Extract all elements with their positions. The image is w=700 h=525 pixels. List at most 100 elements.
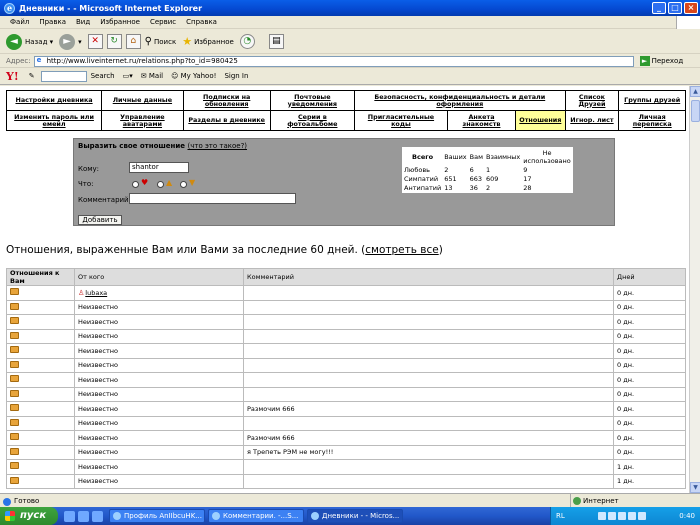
forward-button[interactable]: ► ▾	[59, 33, 82, 50]
nav-invite-codes[interactable]: Пригласительные коды	[354, 110, 448, 131]
heading-close: )	[438, 244, 443, 256]
nav-photo-series[interactable]: Серии в фотоальбоме	[269, 110, 356, 131]
user-icon[interactable]: ♙	[78, 289, 84, 297]
tray-icon[interactable]	[628, 512, 637, 520]
stats-cell: 36	[467, 183, 486, 193]
quick-launch-icon[interactable]	[64, 510, 75, 522]
search-button[interactable]: ⚲ Поиск	[145, 36, 177, 47]
ie-icon: e	[4, 2, 15, 14]
scroll-thumb[interactable]	[691, 100, 700, 122]
relation-cell	[6, 314, 75, 330]
what-is-this-link[interactable]: (что это такое?)	[188, 142, 248, 150]
sympathy-radio[interactable]	[157, 181, 164, 188]
nav-dating-profile[interactable]: Анкета знакомств	[446, 110, 517, 131]
tray-icon[interactable]	[618, 512, 627, 520]
nav-private-messages[interactable]: Личная переписка	[618, 110, 686, 131]
nav-ignore-list[interactable]: Игнор. лист	[564, 110, 620, 131]
days-cell: 0 дн.	[613, 415, 686, 431]
minimize-button[interactable]: _	[652, 2, 666, 14]
yahoo-logo[interactable]: Y!	[6, 70, 19, 83]
see-all-link[interactable]: смотреть все	[365, 244, 438, 256]
nav-avatars[interactable]: Управление аватарами	[101, 110, 184, 131]
tray-icon[interactable]	[598, 512, 607, 520]
column-header: От кого	[74, 268, 244, 286]
from-cell: Неизвестно	[74, 401, 244, 417]
back-button[interactable]: ◄ Назад ▾	[6, 33, 54, 50]
days-cell: 0 дн.	[613, 299, 686, 315]
menu-view[interactable]: Вид	[76, 18, 90, 26]
go-button[interactable]: ► Переход	[639, 56, 683, 66]
yahoo-search-button[interactable]: Search	[91, 72, 115, 80]
comment-input[interactable]	[129, 193, 296, 204]
from-cell: Неизвестно	[74, 386, 244, 402]
to-input[interactable]: shantor	[129, 162, 189, 173]
days-cell: 0 дн.	[613, 314, 686, 330]
menu-edit[interactable]: Правка	[39, 18, 66, 26]
scroll-up-icon[interactable]: ▲	[690, 86, 700, 97]
search-icon: ⚲	[144, 36, 152, 47]
dropdown-icon[interactable]: ▾	[47, 38, 54, 46]
menu-file[interactable]: Файл	[10, 18, 29, 26]
nav-relations[interactable]: Отношения	[515, 110, 566, 131]
home-icon[interactable]: ⌂	[125, 34, 141, 49]
table-row: Неизвестно 0 дн.	[6, 386, 686, 402]
user-link[interactable]: lubaxa	[85, 289, 107, 297]
stats-cell: Любовь	[401, 165, 444, 175]
antipathy-radio[interactable]	[180, 181, 187, 188]
forward-arrow-icon: ►	[59, 33, 76, 50]
address-input[interactable]: http://www.liveinternet.ru/relations.php…	[33, 55, 634, 67]
nav-subscriptions[interactable]: Подписки на обновления	[182, 90, 271, 111]
yahoo-search-input[interactable]	[40, 70, 87, 82]
stop-icon[interactable]: ✕	[87, 34, 103, 49]
stats-header: Взаимных	[484, 147, 523, 166]
quick-launch-icon[interactable]	[92, 510, 103, 522]
taskbar-item-active[interactable]: Дневники - - Micros...	[307, 509, 403, 523]
add-button[interactable]: Добавить	[78, 215, 122, 225]
system-tray: RL 0:40	[550, 507, 700, 525]
nav-diary-sections[interactable]: Разделы в дневнике	[182, 110, 271, 131]
menu-help[interactable]: Справка	[186, 18, 217, 26]
yahoo-signin-link[interactable]: Sign In	[224, 72, 248, 80]
tray-icon[interactable]	[608, 512, 617, 520]
relation-cell	[6, 386, 75, 402]
menu-bar: Файл Правка Вид Избранное Сервис Справка	[0, 16, 700, 29]
from-cell: Неизвестно	[74, 430, 244, 446]
nav-mail-notifications[interactable]: Почтовые уведомления	[269, 90, 356, 111]
quick-launch	[64, 510, 103, 522]
tray-icons	[598, 512, 647, 520]
language-indicator[interactable]: RL	[556, 512, 565, 520]
print-icon[interactable]: ▤	[268, 34, 284, 49]
menu-tools[interactable]: Сервис	[150, 18, 176, 26]
dropdown-icon[interactable]: ▾	[78, 38, 82, 46]
menu-favorites[interactable]: Избранное	[100, 18, 140, 26]
favorites-button[interactable]: ★ Избранное	[182, 35, 234, 48]
nav-personal-data[interactable]: Личные данные	[101, 90, 184, 111]
nav-change-password[interactable]: Изменить пароль или емейл	[5, 110, 103, 131]
maximize-button[interactable]: □	[668, 2, 682, 14]
pencil-icon[interactable]: ✎	[29, 72, 35, 80]
tray-icon[interactable]	[638, 512, 647, 520]
taskbar: пуск Профиль AnIIbcuHK... Комментарии. -…	[0, 507, 700, 525]
days-cell: 0 дн.	[613, 343, 686, 359]
taskbar-item[interactable]: Профиль AnIIbcuHK...	[109, 509, 205, 523]
refresh-icon[interactable]: ↻	[106, 34, 122, 49]
nav-diary-settings[interactable]: Настройки дневника	[5, 90, 103, 111]
yahoo-options-icon[interactable]: ▭▾	[123, 72, 133, 80]
start-button[interactable]: пуск	[0, 507, 58, 525]
nav-friend-groups[interactable]: Группы друзей	[618, 90, 686, 111]
love-radio[interactable]	[132, 181, 139, 188]
relation-cell	[6, 372, 75, 388]
vertical-scrollbar[interactable]: ▲ ▼	[689, 86, 700, 493]
nav-security[interactable]: Безопасность, конфиденциальность и детал…	[354, 90, 566, 111]
table-row: Неизвестно 0 дн.	[6, 343, 686, 359]
quick-launch-icon[interactable]	[78, 510, 89, 522]
history-icon[interactable]: ◔	[239, 34, 255, 49]
thumb-icon	[10, 433, 19, 441]
yahoo-mail-link[interactable]: ✉ Mail	[141, 72, 163, 80]
my-yahoo-link[interactable]: ☺ My Yahoo!	[171, 72, 216, 80]
nav-friends-list[interactable]: Список Друзей	[564, 90, 620, 111]
scroll-down-icon[interactable]: ▼	[690, 482, 700, 493]
taskbar-item[interactable]: Комментарии. -...S...	[208, 509, 304, 523]
close-button[interactable]: ×	[684, 2, 698, 14]
comment-cell	[243, 357, 614, 373]
